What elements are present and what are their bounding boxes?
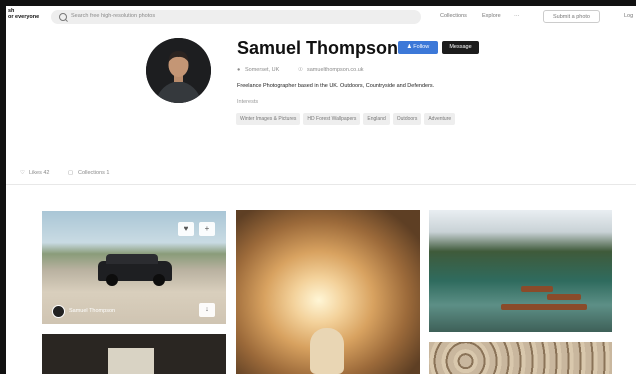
wheel-shape	[106, 274, 118, 286]
logo[interactable]: sh or everyone	[8, 8, 39, 20]
tag-adventure[interactable]: Adventure	[424, 113, 456, 125]
profile-page: sh or everyone Search free high-resoluti…	[6, 6, 636, 374]
avatar	[146, 38, 211, 103]
dog-shape	[310, 328, 344, 374]
tag-outdoors[interactable]: Outdoors	[392, 113, 422, 125]
website-link[interactable]: samuelthompson.co.uk	[307, 67, 364, 73]
tab-divider	[6, 184, 636, 185]
download-button[interactable]: ↓	[199, 303, 215, 317]
object-shape	[108, 348, 154, 374]
photo-dog-sunset[interactable]	[236, 210, 420, 374]
search-placeholder: Search free high-resolution photos	[71, 13, 156, 19]
profile-bio: Freelance Photographer based in the UK. …	[237, 83, 435, 89]
follow-button[interactable]: ♟ Follow	[398, 41, 438, 54]
photo-logs[interactable]	[429, 342, 612, 374]
tag-forest[interactable]: HD Forest Wallpapers	[303, 113, 361, 125]
logo-line-2: or everyone	[8, 14, 40, 20]
photo-owner-avatar[interactable]	[52, 305, 65, 318]
location-text: Somerset, UK	[245, 67, 280, 73]
photo-lake-boats[interactable]	[429, 210, 612, 332]
tab-likes[interactable]: Likes 42	[29, 170, 50, 176]
person-plus-icon: ♟	[406, 44, 412, 50]
tab-collections[interactable]: Collections 1	[78, 170, 110, 176]
interests-label: Interests	[237, 99, 259, 105]
message-button[interactable]: Message	[442, 41, 479, 54]
pin-icon: ●	[237, 67, 241, 73]
add-to-collection-button[interactable]: +	[199, 222, 215, 236]
search-icon	[59, 13, 67, 21]
login-link[interactable]: Log	[624, 13, 633, 19]
submit-photo-button[interactable]: Submit a photo	[543, 10, 600, 23]
heart-icon: ♡	[20, 170, 25, 176]
arrow-down-icon: ↓	[205, 306, 209, 313]
boat-shape	[521, 286, 553, 292]
boat-shape	[547, 294, 581, 300]
wheel-shape	[153, 274, 165, 286]
heart-icon: ♥	[183, 224, 189, 233]
photo-dark-interior[interactable]	[42, 334, 226, 374]
globe-icon: ☉	[298, 67, 303, 73]
nav-link-collections[interactable]: Collections	[440, 13, 467, 19]
stack-icon: ▢	[68, 170, 74, 176]
top-nav: sh or everyone Search free high-resoluti…	[6, 6, 636, 28]
nav-link-explore[interactable]: Explore	[482, 13, 501, 19]
profile-name: Samuel Thompson	[237, 38, 399, 58]
search-input[interactable]: Search free high-resolution photos	[51, 10, 421, 24]
more-icon[interactable]: ···	[514, 13, 520, 19]
like-button[interactable]: ♥	[178, 222, 194, 236]
tag-england[interactable]: England	[363, 113, 390, 125]
boat-shape	[501, 304, 587, 310]
tag-winter[interactable]: Winter Images & Pictures	[236, 113, 301, 125]
follow-label: Follow	[413, 44, 430, 50]
photo-car-beach[interactable]: ♥ + Samuel Thompson ↓	[42, 211, 226, 324]
photo-owner-name[interactable]: Samuel Thompson	[69, 308, 115, 314]
interest-tags: Winter Images & Pictures HD Forest Wallp…	[236, 113, 456, 125]
plus-icon: +	[204, 224, 210, 233]
